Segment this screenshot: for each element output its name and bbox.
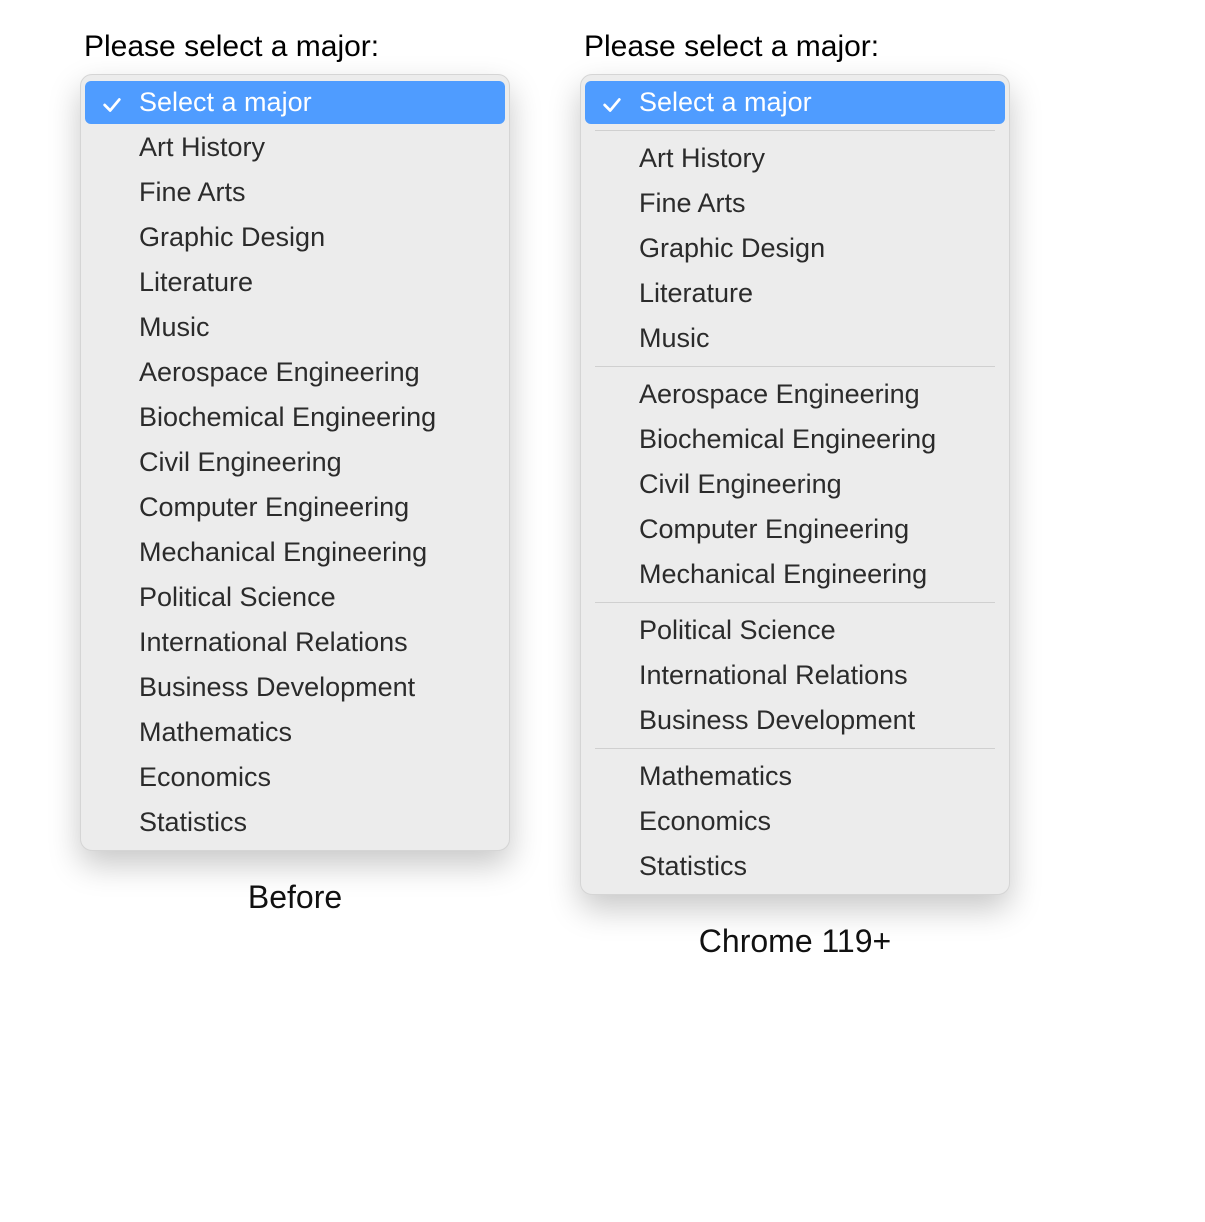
option-label: Mechanical Engineering	[139, 537, 427, 567]
option[interactable]: Aerospace Engineering	[585, 373, 1005, 416]
option-label: Graphic Design	[139, 222, 325, 252]
option[interactable]: Art History	[85, 126, 505, 169]
before-column: Please select a major: Select a major Art…	[80, 30, 510, 916]
option[interactable]: Fine Arts	[85, 171, 505, 214]
option[interactable]: International Relations	[585, 654, 1005, 697]
option-label: Business Development	[139, 672, 415, 702]
option[interactable]: Computer Engineering	[585, 508, 1005, 551]
select-prompt: Please select a major:	[84, 30, 379, 64]
option[interactable]: Political Science	[85, 576, 505, 619]
option[interactable]: Statistics	[585, 845, 1005, 888]
option-label: Literature	[639, 278, 753, 308]
option[interactable]: Music	[85, 306, 505, 349]
option[interactable]: Mathematics	[85, 711, 505, 754]
option[interactable]: Mechanical Engineering	[85, 531, 505, 574]
option-label: Political Science	[639, 615, 836, 645]
option[interactable]: Statistics	[85, 801, 505, 844]
group-separator	[595, 602, 995, 603]
option-label: Graphic Design	[639, 233, 825, 263]
option-label: Biochemical Engineering	[139, 402, 436, 432]
option-label: Political Science	[139, 582, 336, 612]
option-label: Civil Engineering	[639, 469, 842, 499]
option[interactable]: Mathematics	[585, 755, 1005, 798]
option[interactable]: Economics	[85, 756, 505, 799]
option[interactable]: Music	[585, 317, 1005, 360]
option-label: Statistics	[639, 851, 747, 881]
option-label: Select a major	[639, 87, 812, 117]
option-label: Select a major	[139, 87, 312, 117]
group-separator	[595, 130, 995, 131]
option[interactable]: Computer Engineering	[85, 486, 505, 529]
option-label: Fine Arts	[639, 188, 746, 218]
option-label: Music	[139, 312, 210, 342]
option[interactable]: Business Development	[585, 699, 1005, 742]
option-label: Civil Engineering	[139, 447, 342, 477]
option[interactable]: Business Development	[85, 666, 505, 709]
option-selected[interactable]: Select a major	[85, 81, 505, 124]
option-label: Economics	[639, 806, 771, 836]
option-label: Fine Arts	[139, 177, 246, 207]
caption-after: Chrome 119+	[580, 923, 1010, 960]
option-label: International Relations	[139, 627, 408, 657]
option-label: Mathematics	[639, 761, 792, 791]
group-separator	[595, 366, 995, 367]
option-label: Economics	[139, 762, 271, 792]
option-label: Music	[639, 323, 710, 353]
option[interactable]: Economics	[585, 800, 1005, 843]
option[interactable]: Aerospace Engineering	[85, 351, 505, 394]
option-label: Art History	[139, 132, 265, 162]
option[interactable]: Literature	[85, 261, 505, 304]
option-label: Computer Engineering	[639, 514, 909, 544]
option[interactable]: Art History	[585, 137, 1005, 180]
option[interactable]: Fine Arts	[585, 182, 1005, 225]
checkmark-icon	[101, 92, 123, 114]
option-label: International Relations	[639, 660, 908, 690]
checkmark-icon	[601, 92, 623, 114]
major-dropdown-before[interactable]: Select a major Art History Fine Arts Graphi…	[80, 74, 510, 851]
option[interactable]: Civil Engineering	[85, 441, 505, 484]
option[interactable]: Literature	[585, 272, 1005, 315]
option-label: Mechanical Engineering	[639, 559, 927, 589]
after-column: Please select a major: Select a major Art…	[580, 30, 1010, 960]
option[interactable]: Civil Engineering	[585, 463, 1005, 506]
option-label: Literature	[139, 267, 253, 297]
option[interactable]: Biochemical Engineering	[585, 418, 1005, 461]
option-label: Aerospace Engineering	[139, 357, 420, 387]
option[interactable]: Graphic Design	[85, 216, 505, 259]
option-label: Art History	[639, 143, 765, 173]
group-separator	[595, 748, 995, 749]
option-label: Mathematics	[139, 717, 292, 747]
option[interactable]: Mechanical Engineering	[585, 553, 1005, 596]
option[interactable]: International Relations	[85, 621, 505, 664]
option-label: Statistics	[139, 807, 247, 837]
option-selected[interactable]: Select a major	[585, 81, 1005, 124]
option-label: Computer Engineering	[139, 492, 409, 522]
option-label: Aerospace Engineering	[639, 379, 920, 409]
option[interactable]: Graphic Design	[585, 227, 1005, 270]
option[interactable]: Political Science	[585, 609, 1005, 652]
caption-before: Before	[80, 879, 510, 916]
select-prompt: Please select a major:	[584, 30, 879, 64]
major-dropdown-after[interactable]: Select a major Art History Fine Arts Graphi…	[580, 74, 1010, 895]
option-label: Business Development	[639, 705, 915, 735]
option-label: Biochemical Engineering	[639, 424, 936, 454]
option[interactable]: Biochemical Engineering	[85, 396, 505, 439]
